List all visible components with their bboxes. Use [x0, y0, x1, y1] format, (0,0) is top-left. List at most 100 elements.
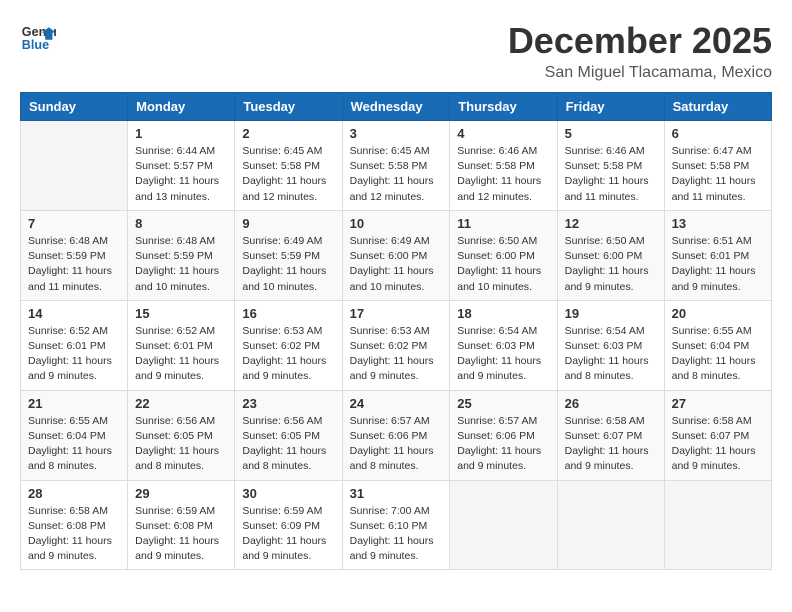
day-info: Sunrise: 6:56 AMSunset: 6:05 PMDaylight:… [242, 414, 334, 475]
day-info: Sunrise: 6:59 AMSunset: 6:08 PMDaylight:… [135, 504, 227, 565]
calendar-cell: 12 Sunrise: 6:50 AMSunset: 6:00 PMDayligh… [557, 210, 664, 300]
weekday-header: Friday [557, 93, 664, 121]
day-number: 9 [242, 216, 334, 231]
day-number: 27 [672, 396, 764, 411]
calendar-cell: 9 Sunrise: 6:49 AMSunset: 5:59 PMDaylight… [235, 210, 342, 300]
page-header: General Blue December 2025 San Miguel Tl… [20, 20, 772, 82]
day-number: 21 [28, 396, 120, 411]
calendar-week-row: 14 Sunrise: 6:52 AMSunset: 6:01 PMDayligh… [21, 300, 772, 390]
calendar-cell: 20 Sunrise: 6:55 AMSunset: 6:04 PMDayligh… [664, 300, 771, 390]
day-info: Sunrise: 6:59 AMSunset: 6:09 PMDaylight:… [242, 504, 334, 565]
day-number: 2 [242, 126, 334, 141]
weekday-header: Thursday [450, 93, 557, 121]
day-info: Sunrise: 6:46 AMSunset: 5:58 PMDaylight:… [457, 144, 549, 205]
day-info: Sunrise: 6:44 AMSunset: 5:57 PMDaylight:… [135, 144, 227, 205]
weekday-header: Saturday [664, 93, 771, 121]
calendar-cell: 1 Sunrise: 6:44 AMSunset: 5:57 PMDaylight… [128, 121, 235, 211]
calendar-cell: 18 Sunrise: 6:54 AMSunset: 6:03 PMDayligh… [450, 300, 557, 390]
day-number: 30 [242, 486, 334, 501]
day-number: 6 [672, 126, 764, 141]
day-info: Sunrise: 6:45 AMSunset: 5:58 PMDaylight:… [350, 144, 443, 205]
calendar-week-row: 21 Sunrise: 6:55 AMSunset: 6:04 PMDayligh… [21, 390, 772, 480]
calendar-cell [557, 480, 664, 570]
day-info: Sunrise: 6:49 AMSunset: 5:59 PMDaylight:… [242, 234, 334, 295]
weekday-header: Tuesday [235, 93, 342, 121]
calendar-cell [450, 480, 557, 570]
day-info: Sunrise: 6:53 AMSunset: 6:02 PMDaylight:… [242, 324, 334, 385]
day-info: Sunrise: 6:55 AMSunset: 6:04 PMDaylight:… [672, 324, 764, 385]
day-number: 8 [135, 216, 227, 231]
day-number: 28 [28, 486, 120, 501]
day-number: 17 [350, 306, 443, 321]
day-number: 18 [457, 306, 549, 321]
day-number: 11 [457, 216, 549, 231]
calendar-cell: 4Sunrise: 6:46 AMSunset: 5:58 PMDaylight… [450, 121, 557, 211]
calendar-cell: 23 Sunrise: 6:56 AMSunset: 6:05 PMDayligh… [235, 390, 342, 480]
day-info: Sunrise: 6:50 AMSunset: 6:00 PMDaylight:… [565, 234, 657, 295]
day-info: Sunrise: 6:54 AMSunset: 6:03 PMDaylight:… [565, 324, 657, 385]
weekday-header: Sunday [21, 93, 128, 121]
day-number: 10 [350, 216, 443, 231]
day-info: Sunrise: 6:45 AMSunset: 5:58 PMDaylight:… [242, 144, 334, 205]
calendar-cell: 26 Sunrise: 6:58 AMSunset: 6:07 PMDayligh… [557, 390, 664, 480]
day-info: Sunrise: 6:52 AMSunset: 6:01 PMDaylight:… [28, 324, 120, 385]
day-number: 24 [350, 396, 443, 411]
calendar-cell: 11 Sunrise: 6:50 AMSunset: 6:00 PMDayligh… [450, 210, 557, 300]
weekday-header: Monday [128, 93, 235, 121]
calendar-week-row: 28Sunrise: 6:58 AMSunset: 6:08 PMDayligh… [21, 480, 772, 570]
day-number: 15 [135, 306, 227, 321]
calendar-cell: 17 Sunrise: 6:53 AMSunset: 6:02 PMDayligh… [342, 300, 450, 390]
calendar-cell: 10 Sunrise: 6:49 AMSunset: 6:00 PMDayligh… [342, 210, 450, 300]
day-info: Sunrise: 6:58 AMSunset: 6:07 PMDaylight:… [565, 414, 657, 475]
day-info: Sunrise: 6:57 AMSunset: 6:06 PMDaylight:… [457, 414, 549, 475]
day-info: Sunrise: 6:57 AMSunset: 6:06 PMDaylight:… [350, 414, 443, 475]
calendar-cell [664, 480, 771, 570]
day-info: Sunrise: 6:52 AMSunset: 6:01 PMDaylight:… [135, 324, 227, 385]
logo: General Blue [20, 20, 56, 56]
day-info: Sunrise: 6:49 AMSunset: 6:00 PMDaylight:… [350, 234, 443, 295]
day-number: 5 [565, 126, 657, 141]
day-info: Sunrise: 6:54 AMSunset: 6:03 PMDaylight:… [457, 324, 549, 385]
day-number: 13 [672, 216, 764, 231]
location: San Miguel Tlacamama, Mexico [508, 64, 772, 82]
day-info: Sunrise: 6:58 AMSunset: 6:07 PMDaylight:… [672, 414, 764, 475]
calendar-week-row: 7Sunrise: 6:48 AMSunset: 5:59 PMDaylight… [21, 210, 772, 300]
weekday-header-row: SundayMondayTuesdayWednesdayThursdayFrid… [21, 93, 772, 121]
day-number: 22 [135, 396, 227, 411]
day-number: 26 [565, 396, 657, 411]
calendar-cell: 13Sunrise: 6:51 AMSunset: 6:01 PMDayligh… [664, 210, 771, 300]
day-info: Sunrise: 6:48 AMSunset: 5:59 PMDaylight:… [28, 234, 120, 295]
calendar-cell: 29 Sunrise: 6:59 AMSunset: 6:08 PMDayligh… [128, 480, 235, 570]
day-number: 23 [242, 396, 334, 411]
day-number: 20 [672, 306, 764, 321]
day-info: Sunrise: 6:50 AMSunset: 6:00 PMDaylight:… [457, 234, 549, 295]
calendar-cell: 24 Sunrise: 6:57 AMSunset: 6:06 PMDayligh… [342, 390, 450, 480]
calendar-cell: 6Sunrise: 6:47 AMSunset: 5:58 PMDaylight… [664, 121, 771, 211]
day-number: 16 [242, 306, 334, 321]
svg-text:Blue: Blue [22, 38, 49, 52]
calendar-cell: 16 Sunrise: 6:53 AMSunset: 6:02 PMDayligh… [235, 300, 342, 390]
calendar-cell: 5 Sunrise: 6:46 AMSunset: 5:58 PMDaylight… [557, 121, 664, 211]
calendar-table: SundayMondayTuesdayWednesdayThursdayFrid… [20, 92, 772, 570]
calendar-cell: 25Sunrise: 6:57 AMSunset: 6:06 PMDayligh… [450, 390, 557, 480]
day-info: Sunrise: 6:53 AMSunset: 6:02 PMDaylight:… [350, 324, 443, 385]
day-number: 29 [135, 486, 227, 501]
day-info: Sunrise: 6:55 AMSunset: 6:04 PMDaylight:… [28, 414, 120, 475]
day-number: 1 [135, 126, 227, 141]
calendar-week-row: 1 Sunrise: 6:44 AMSunset: 5:57 PMDaylight… [21, 121, 772, 211]
title-section: December 2025 San Miguel Tlacamama, Mexi… [508, 20, 772, 82]
calendar-cell: 19Sunrise: 6:54 AMSunset: 6:03 PMDayligh… [557, 300, 664, 390]
day-number: 31 [350, 486, 443, 501]
weekday-header: Wednesday [342, 93, 450, 121]
calendar-cell: 3Sunrise: 6:45 AMSunset: 5:58 PMDaylight… [342, 121, 450, 211]
day-number: 12 [565, 216, 657, 231]
calendar-cell: 2 Sunrise: 6:45 AMSunset: 5:58 PMDaylight… [235, 121, 342, 211]
calendar-cell: 8Sunrise: 6:48 AMSunset: 5:59 PMDaylight… [128, 210, 235, 300]
day-number: 14 [28, 306, 120, 321]
calendar-cell: 7Sunrise: 6:48 AMSunset: 5:59 PMDaylight… [21, 210, 128, 300]
calendar-cell: 31Sunrise: 7:00 AMSunset: 6:10 PMDayligh… [342, 480, 450, 570]
day-info: Sunrise: 6:46 AMSunset: 5:58 PMDaylight:… [565, 144, 657, 205]
calendar-cell: 27 Sunrise: 6:58 AMSunset: 6:07 PMDayligh… [664, 390, 771, 480]
calendar-cell: 21 Sunrise: 6:55 AMSunset: 6:04 PMDayligh… [21, 390, 128, 480]
calendar-cell: 30 Sunrise: 6:59 AMSunset: 6:09 PMDayligh… [235, 480, 342, 570]
